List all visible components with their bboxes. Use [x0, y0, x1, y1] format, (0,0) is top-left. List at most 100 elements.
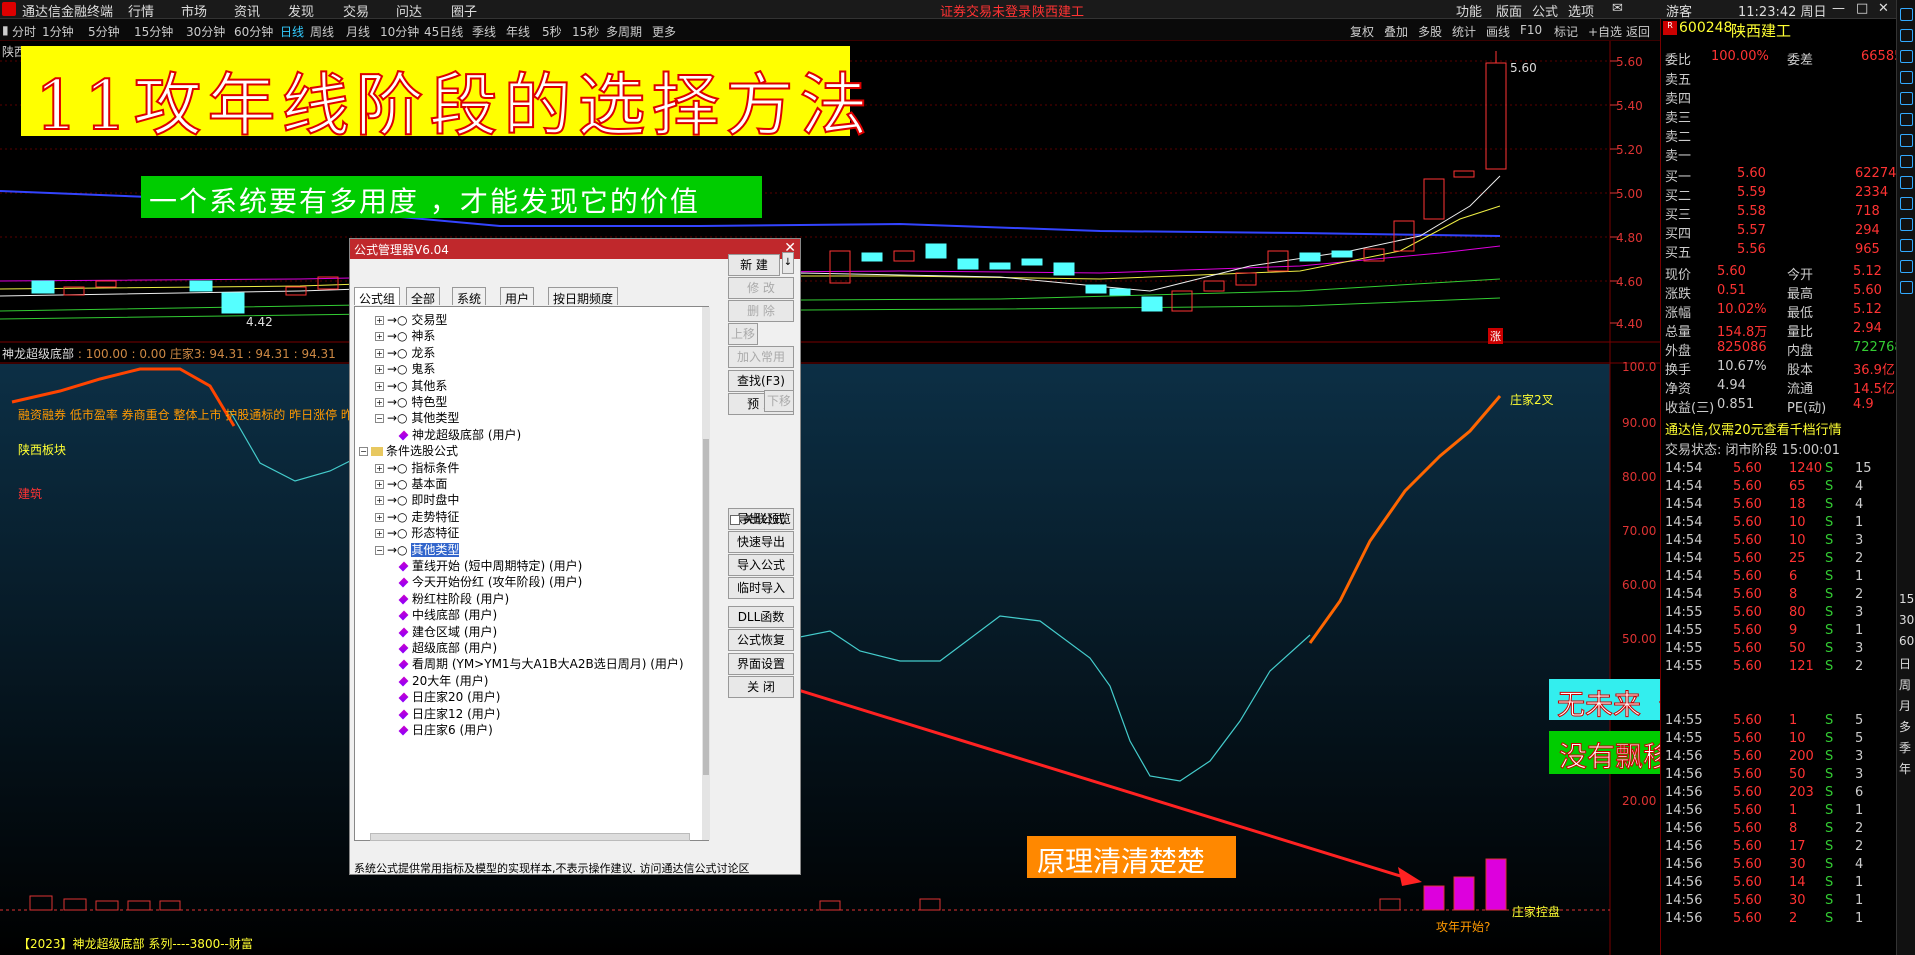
tool-icon[interactable] [1900, 218, 1913, 231]
menu-item[interactable]: 资讯 [234, 1, 260, 20]
minimize-icon[interactable]: — [1832, 1, 1845, 16]
tree-node[interactable]: + →○ 即时盘中 [375, 491, 459, 508]
tree-node[interactable]: 建仓区域 (用户) [398, 623, 497, 640]
tree-node[interactable]: 日庄家20 (用户) [398, 688, 500, 705]
new-dropdown-icon[interactable]: ↓ [782, 252, 794, 274]
period-tab[interactable]: 分时 [12, 23, 36, 40]
dialog-button[interactable]: 加入常用 [728, 346, 794, 368]
indicator-name[interactable]: 神龙超级底部 [2, 347, 74, 361]
tree-node[interactable]: − 条件选股公式 [359, 442, 458, 459]
tree-node[interactable]: + →○ 鬼系 [375, 360, 435, 377]
tool-icon[interactable] [1900, 176, 1913, 189]
period-tab[interactable]: 季线 [472, 23, 496, 40]
tree-node[interactable]: 今天开始份红 (攻年阶段) (用户) [398, 573, 582, 590]
menu-item[interactable]: 交易 [343, 1, 369, 20]
expand-icon[interactable]: + [375, 480, 384, 489]
tool-icon[interactable] [1900, 239, 1913, 252]
close-icon[interactable]: ✕ [1878, 1, 1889, 16]
tree-node[interactable]: 日庄家12 (用户) [398, 705, 500, 722]
period-tab[interactable]: 15秒 [572, 23, 599, 40]
side-period-label[interactable]: 月 [1899, 697, 1911, 714]
expand-icon[interactable]: + [375, 398, 384, 407]
tree-node[interactable]: 神龙超级底部 (用户) [398, 426, 521, 443]
toolbar-button[interactable]: 叠加 [1384, 23, 1408, 40]
dialog-button[interactable]: 临时导入 [728, 577, 794, 599]
toolbar-button[interactable]: F10 [1520, 23, 1542, 37]
tree-node[interactable]: + →○ 走势特征 [375, 508, 459, 525]
menu-item[interactable]: 发现 [288, 1, 314, 20]
side-period-label[interactable]: 多 [1899, 718, 1911, 735]
side-period-label[interactable]: 15 [1899, 592, 1914, 606]
tree-node[interactable]: + →○ 交易型 [375, 311, 447, 328]
expand-icon[interactable]: + [375, 529, 384, 539]
period-tab[interactable]: 1分钟 [42, 23, 74, 40]
dialog-button[interactable]: 关 闭 [728, 676, 794, 698]
expand-icon[interactable]: + [375, 332, 384, 342]
dialog-button[interactable]: 查找(F3) [728, 370, 794, 392]
dialog-button[interactable]: 删 除 [728, 300, 794, 322]
menu-right-item[interactable]: 功能 [1456, 1, 1482, 20]
period-tab[interactable]: 5分钟 [88, 23, 120, 40]
tab-formula-group[interactable]: 公式组 [354, 287, 401, 306]
side-period-label[interactable]: 60 [1899, 634, 1914, 648]
dialog-button[interactable]: 公式恢复 [728, 629, 794, 651]
side-period-label[interactable]: 季 [1899, 739, 1911, 756]
expand-icon[interactable]: + [375, 348, 384, 358]
tool-icon[interactable] [1900, 113, 1913, 126]
tool-icon[interactable] [1900, 71, 1913, 84]
period-tab[interactable]: 更多 [652, 23, 676, 40]
tree-node[interactable]: + →○ 其他系 [375, 377, 447, 394]
move-down-button[interactable]: 下移 [764, 390, 794, 412]
collapse-icon[interactable]: − [375, 414, 384, 424]
period-tab[interactable]: 年线 [506, 23, 530, 40]
side-period-label[interactable]: 30 [1899, 613, 1914, 627]
preview-checkbox[interactable]: 关联预览 [730, 510, 791, 527]
checkbox-icon[interactable] [730, 514, 740, 525]
side-period-label[interactable]: 年 [1899, 760, 1911, 777]
tool-icon[interactable] [1900, 281, 1913, 294]
menu-right-item[interactable]: 版面 [1496, 1, 1522, 20]
period-tab[interactable]: 5秒 [542, 23, 562, 40]
tree-node[interactable]: + →○ 指标条件 [375, 459, 459, 476]
period-tab[interactable]: 10分钟 [380, 23, 419, 40]
tab-system[interactable]: 系统 [452, 287, 487, 306]
toolbar-button[interactable]: 返回 [1626, 23, 1650, 40]
tree-node[interactable]: 董线开始 (短中周期特定) (用户) [398, 557, 582, 574]
menu-item[interactable]: 行情 [128, 1, 154, 20]
dialog-button[interactable]: DLL函数 [728, 606, 794, 628]
tab-date-freq[interactable]: 按日期频度 [548, 287, 619, 306]
period-tab-active[interactable]: 日线 [280, 23, 304, 40]
collapse-icon[interactable]: ▮ [2, 23, 9, 37]
expand-icon[interactable]: + [375, 512, 384, 522]
toolbar-button[interactable]: 画线 [1486, 23, 1510, 40]
expand-icon[interactable]: + [375, 496, 384, 506]
tree-node[interactable]: 20大年 (用户) [398, 672, 488, 689]
menu-right-item[interactable]: 公式 [1532, 1, 1558, 20]
tab-all[interactable]: 全部 [406, 287, 441, 306]
collapse-icon[interactable]: − [375, 545, 384, 555]
tree-hscrollbar[interactable] [370, 833, 690, 841]
tree-node[interactable]: + →○ 神系 [375, 327, 435, 344]
menu-item[interactable]: 市场 [181, 1, 207, 20]
user-label[interactable]: 游客 [1666, 1, 1692, 20]
tree-node[interactable]: 看周期 (YM>YM1与大A1B大A2B选日周月) (用户) [398, 655, 684, 672]
toolbar-button[interactable]: +自选 [1588, 23, 1622, 40]
tool-icon[interactable] [1900, 197, 1913, 210]
expand-icon[interactable]: + [375, 316, 384, 325]
tool-icon[interactable] [1900, 92, 1913, 105]
tool-icon[interactable] [1900, 134, 1913, 147]
tree-scrollbar[interactable] [702, 307, 710, 840]
dialog-button[interactable]: 界面设置 [728, 653, 794, 675]
toolbar-button[interactable]: 标记 [1554, 23, 1578, 40]
tool-icon[interactable] [1900, 155, 1913, 168]
tool-icon[interactable] [1900, 260, 1913, 273]
formula-tree[interactable]: + →○ 交易型 + →○ 神系 + →○ 龙系 + →○ 鬼系 + →○ 其他系 + →○ 特色型 −… [354, 306, 709, 841]
period-tab[interactable]: 45日线 [424, 23, 463, 40]
dialog-button[interactable]: 导入公式 [728, 554, 794, 576]
tool-icon[interactable] [1900, 50, 1913, 63]
period-tab[interactable]: 30分钟 [186, 23, 225, 40]
toolbar-button[interactable]: 统计 [1452, 23, 1476, 40]
side-period-label[interactable]: 日 [1899, 655, 1911, 672]
tree-node[interactable]: + →○ 特色型 [375, 393, 447, 410]
period-tab[interactable]: 周线 [310, 23, 334, 40]
